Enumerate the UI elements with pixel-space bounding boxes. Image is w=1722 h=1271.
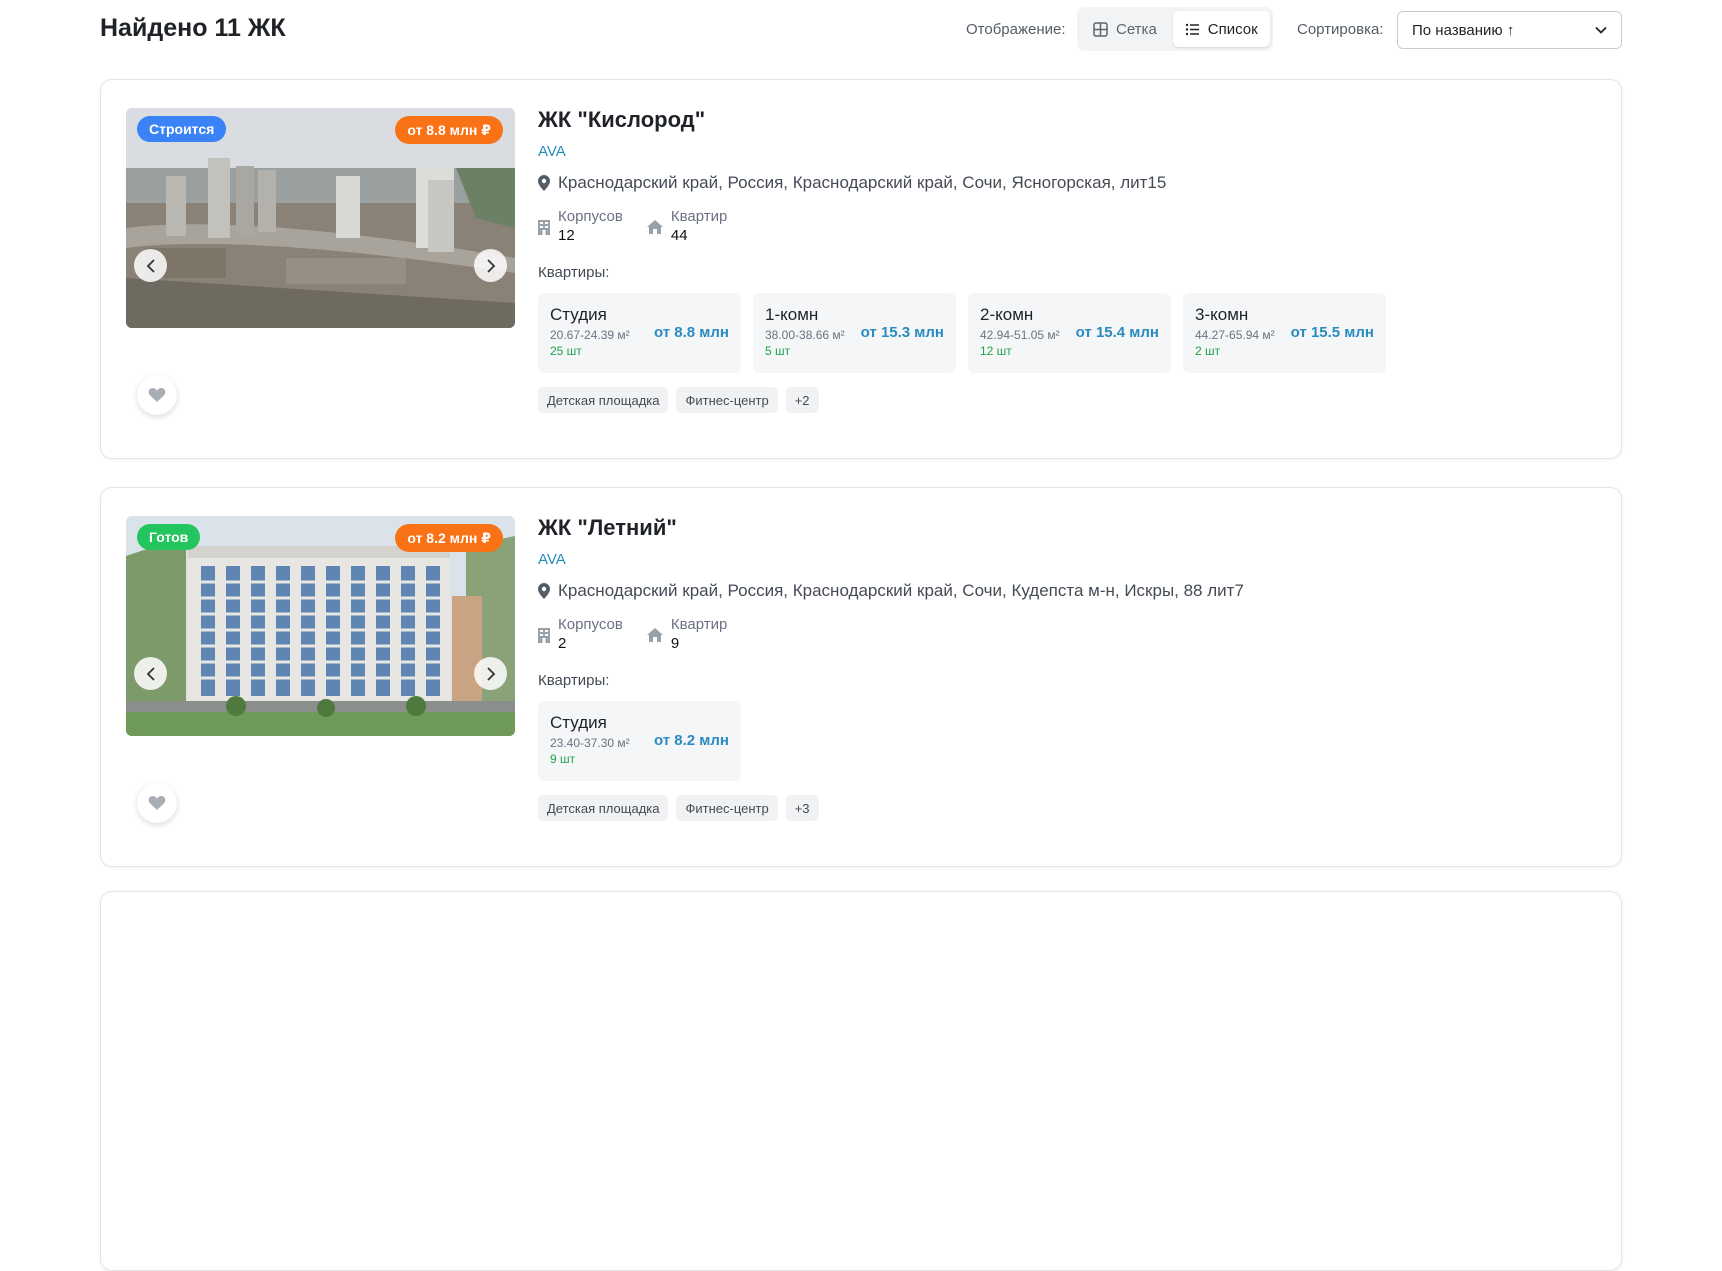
more-tags-badge[interactable]: +2 <box>785 387 819 413</box>
apartment-count: 25 шт <box>550 344 582 358</box>
complex-photo[interactable]: Строится от 8.8 млн ₽ <box>126 108 515 328</box>
apartment-type: 3-комн <box>1195 305 1249 324</box>
stat-buildings: Корпусов 2 <box>538 616 623 652</box>
view-grid-label: Сетка <box>1116 20 1157 38</box>
more-tags-badge[interactable]: +3 <box>785 795 819 821</box>
apartment-price: от 8.2 млн <box>653 732 729 749</box>
price-badge: от 8.2 млн ₽ <box>395 524 503 552</box>
photo-prev-button[interactable] <box>134 657 167 690</box>
home-icon <box>646 628 663 642</box>
view-grid-button[interactable]: Сетка <box>1081 11 1169 47</box>
status-badge: Строится <box>137 116 227 142</box>
complex-card[interactable]: Строится от 8.8 млн ₽ ЖК "Кислород" AVA … <box>100 79 1622 459</box>
stat-flats-value: 9 <box>670 635 680 652</box>
apartment-count: 2 шт <box>1195 344 1221 358</box>
apartment-count: 12 шт <box>980 344 1012 358</box>
price-badge: от 8.8 млн ₽ <box>395 116 503 144</box>
complex-stats: Корпусов 2 Квартир 9 <box>538 616 1244 652</box>
view-mode-switch: Сетка Список <box>1077 7 1273 51</box>
complex-photo[interactable]: Готов от 8.2 млн ₽ <box>126 516 515 736</box>
apartment-price: от 15.5 млн <box>1290 324 1374 341</box>
stat-flats-value: 44 <box>670 227 688 244</box>
apartments-label: Квартиры: <box>538 264 610 281</box>
building-icon <box>538 628 550 643</box>
photo-prev-button[interactable] <box>134 249 167 282</box>
address: Краснодарский край, Россия, Краснодарски… <box>538 173 1386 193</box>
apartment-type-card[interactable]: 1-комн 38.00-38.66 м² 5 шт от 15.3 млн <box>753 293 956 373</box>
chevron-left-icon <box>146 666 155 681</box>
sort-label: Сортировка: <box>1297 21 1384 38</box>
favorite-button[interactable] <box>137 783 177 823</box>
home-icon <box>646 220 663 234</box>
apartment-type: Студия <box>550 713 607 732</box>
amenity-tags: Детская площадка Фитнес-центр +3 <box>538 795 1244 821</box>
status-badge: Готов <box>137 524 201 550</box>
photo-next-button[interactable] <box>474 657 507 690</box>
complex-stats: Корпусов 12 Квартир 44 <box>538 208 1386 244</box>
apartments-label: Квартиры: <box>538 672 610 689</box>
complex-info: ЖК "Кислород" AVA Краснодарский край, Ро… <box>538 107 1386 413</box>
complex-card[interactable]: Готов от 8.2 млн ₽ ЖК "Летний" AVA Красн… <box>100 487 1622 867</box>
heart-icon <box>148 388 166 402</box>
complex-name[interactable]: ЖК "Летний" <box>538 515 1244 541</box>
amenity-tag: Детская площадка <box>538 795 669 821</box>
apartment-type: Студия <box>550 305 607 324</box>
stat-buildings-value: 12 <box>558 227 575 244</box>
stat-buildings-label: Корпусов <box>558 208 623 225</box>
apartment-types: Студия 20.67-24.39 м² 25 шт от 8.8 млн 1… <box>538 293 1386 373</box>
apartment-types: Студия 23.40-37.30 м² 9 шт от 8.2 млн <box>538 701 1244 781</box>
apartment-type: 1-комн <box>765 305 819 324</box>
map-pin-icon <box>538 175 550 191</box>
chevron-left-icon <box>146 258 155 273</box>
chevron-down-icon <box>1595 26 1607 34</box>
address: Краснодарский край, Россия, Краснодарски… <box>538 581 1244 601</box>
apartment-type-card[interactable]: Студия 23.40-37.30 м² 9 шт от 8.2 млн <box>538 701 741 781</box>
apartment-count: 5 шт <box>765 344 791 358</box>
complex-info: ЖК "Летний" AVA Краснодарский край, Росс… <box>538 515 1244 821</box>
apartment-price: от 15.4 млн <box>1075 324 1159 341</box>
favorite-button[interactable] <box>137 375 177 415</box>
stat-buildings-label: Корпусов <box>558 616 623 633</box>
amenity-tag: Фитнес-центр <box>676 795 778 821</box>
developer-link[interactable]: AVA <box>538 551 1244 568</box>
apartment-price: от 15.3 млн <box>860 324 944 341</box>
stat-flats-label: Квартир <box>670 208 728 225</box>
chevron-right-icon <box>486 258 495 273</box>
results-title: Найдено 11 ЖК <box>100 14 286 42</box>
stat-buildings-value: 2 <box>558 635 567 652</box>
stat-flats: Квартир 9 <box>646 616 728 652</box>
view-mode-label: Отображение: <box>966 21 1066 38</box>
amenity-tags: Детская площадка Фитнес-центр +2 <box>538 387 1386 413</box>
building-icon <box>538 220 550 235</box>
apartment-price: от 8.8 млн <box>653 324 729 341</box>
apartment-type-card[interactable]: 3-комн 44.27-65.94 м² 2 шт от 15.5 млн <box>1183 293 1386 373</box>
complex-name[interactable]: ЖК "Кислород" <box>538 107 1386 133</box>
results-container: Найдено 11 ЖК Отображение: Сетка Список … <box>100 0 1622 1271</box>
address-text: Краснодарский край, Россия, Краснодарски… <box>558 173 1167 192</box>
developer-link[interactable]: AVA <box>538 143 1386 160</box>
complex-card[interactable] <box>100 891 1622 1271</box>
list-icon <box>1185 23 1199 35</box>
amenity-tag: Детская площадка <box>538 387 669 413</box>
amenity-tag: Фитнес-центр <box>676 387 778 413</box>
stat-flats: Квартир 44 <box>646 208 728 244</box>
apartment-count: 9 шт <box>550 752 576 766</box>
apartment-type: 2-комн <box>980 305 1034 324</box>
address-text: Краснодарский край, Россия, Краснодарски… <box>558 581 1244 600</box>
view-list-label: Список <box>1207 20 1258 38</box>
sort-select[interactable]: По названию ↑ <box>1397 11 1622 49</box>
photo-next-button[interactable] <box>474 249 507 282</box>
chevron-right-icon <box>486 666 495 681</box>
stat-flats-label: Квартир <box>670 616 728 633</box>
grid-icon <box>1093 21 1108 37</box>
sort-select-value: По названию ↑ <box>1412 21 1515 39</box>
apartment-type-card[interactable]: 2-комн 42.94-51.05 м² 12 шт от 15.4 млн <box>968 293 1171 373</box>
results-header: Найдено 11 ЖК Отображение: Сетка Список … <box>100 0 1622 60</box>
map-pin-icon <box>538 583 550 599</box>
heart-icon <box>148 796 166 810</box>
view-list-button[interactable]: Список <box>1172 11 1270 47</box>
apartment-type-card[interactable]: Студия 20.67-24.39 м² 25 шт от 8.8 млн <box>538 293 741 373</box>
stat-buildings: Корпусов 12 <box>538 208 623 244</box>
